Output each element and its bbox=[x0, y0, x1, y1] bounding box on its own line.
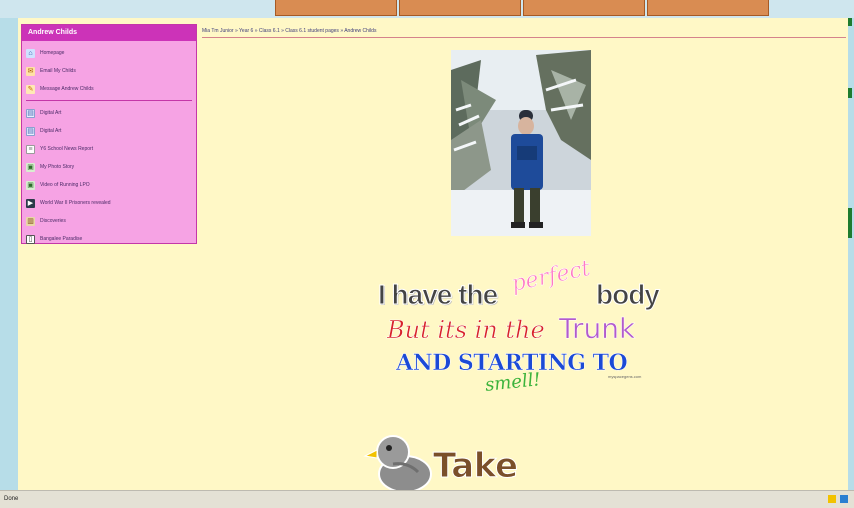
sidebar-item-message[interactable]: ✎ Message Andrew Childs bbox=[22, 83, 196, 95]
top-tab[interactable] bbox=[399, 0, 521, 16]
sidebar-item-paradise[interactable]: ▯ Bangalee Paradise bbox=[22, 233, 196, 245]
sidebar-item-video[interactable]: ▣ Video of Running LPO bbox=[22, 179, 196, 191]
sidebar-item-label: Digital Art bbox=[40, 128, 62, 134]
sidebar-item-discoveries[interactable]: ▥ Discoveries bbox=[22, 215, 196, 227]
take-revenge-text: Take Revenge bbox=[433, 446, 597, 491]
right-edge bbox=[848, 18, 854, 490]
sidebar-item-digital-art-1[interactable]: ▤ Digital Art bbox=[22, 107, 196, 119]
graphic-line2: But its in the bbox=[387, 316, 545, 345]
graphic-site: myspacegens.com bbox=[608, 374, 642, 379]
sidebar-item-label: Digital Art bbox=[40, 110, 62, 116]
sidebar-item-label: Bangalee Paradise bbox=[40, 236, 83, 242]
sidebar-title: Andrew Childs bbox=[22, 25, 196, 41]
graphic-line1: I have the bbox=[377, 279, 498, 311]
sidebar-item-label: World War II Prisoners revealed bbox=[40, 200, 111, 206]
graphic-body: body bbox=[596, 279, 661, 311]
document-icon: ▤ bbox=[26, 108, 35, 118]
graphic-trunk: Trunk bbox=[559, 312, 636, 346]
sidebar-item-news-report[interactable]: ≡ Y6 School News Report bbox=[22, 143, 196, 155]
snow-photo-image bbox=[451, 50, 591, 236]
news-icon: ≡ bbox=[26, 144, 35, 154]
sidebar-item-digital-art-2[interactable]: ▤ Digital Art bbox=[22, 125, 196, 137]
top-tab[interactable] bbox=[647, 0, 769, 16]
sidebar-item-label: Message Andrew Childs bbox=[40, 86, 94, 92]
lock-icon[interactable] bbox=[828, 495, 836, 503]
pigeon-icon bbox=[363, 435, 432, 490]
sidebar-item-label: Discoveries bbox=[40, 218, 66, 224]
sidebar-item-label: Email My Childs bbox=[40, 68, 76, 74]
text-graphic-take-revenge: Take Revenge bbox=[363, 426, 683, 490]
status-icons bbox=[828, 495, 848, 503]
zone-icon[interactable] bbox=[840, 495, 848, 503]
sidebar-item-email[interactable]: ✉ Email My Childs bbox=[22, 65, 196, 77]
top-tab[interactable] bbox=[523, 0, 645, 16]
document-icon: ▤ bbox=[26, 126, 35, 136]
top-tab-bar bbox=[275, 0, 771, 16]
breadcrumb[interactable]: Mia Tm Junior » Year 6 » Class 6.1 » Cla… bbox=[202, 28, 376, 34]
status-bar: Done bbox=[0, 490, 854, 508]
sidebar-item-homepage[interactable]: ⌂ Homepage bbox=[22, 47, 196, 59]
sidebar-menu: Andrew Childs ⌂ Homepage ✉ Email My Chil… bbox=[21, 24, 197, 244]
graphic-smell: smell! bbox=[484, 369, 542, 396]
page-content: Andrew Childs ⌂ Homepage ✉ Email My Chil… bbox=[18, 18, 848, 490]
sidebar-item-label: Video of Running LPO bbox=[40, 182, 90, 188]
graphic-perfect: perfect bbox=[509, 255, 593, 298]
breadcrumb-divider bbox=[202, 37, 846, 38]
browser-top-strip bbox=[0, 0, 854, 18]
mail-icon: ✉ bbox=[26, 66, 35, 76]
top-tab[interactable] bbox=[275, 0, 397, 16]
sidebar-item-label: Y6 School News Report bbox=[40, 146, 94, 152]
sidebar-divider bbox=[26, 100, 192, 101]
picture-icon: ▣ bbox=[26, 180, 35, 190]
message-icon: ✎ bbox=[26, 84, 35, 94]
file-icon: ▯ bbox=[26, 234, 35, 244]
text-graphic-perfect-body: I have the perfect body But its in the T… bbox=[373, 256, 673, 396]
sidebar-item-photo-story[interactable]: ▣ My Photo Story bbox=[22, 161, 196, 173]
home-icon: ⌂ bbox=[26, 48, 35, 58]
picture-icon: ▣ bbox=[26, 162, 35, 172]
film-icon: ▶ bbox=[26, 198, 35, 208]
book-icon: ▥ bbox=[26, 216, 35, 226]
status-text: Done bbox=[4, 496, 19, 502]
sidebar-item-ww2[interactable]: ▶ World War II Prisoners revealed bbox=[22, 197, 196, 209]
sidebar-item-label: My Photo Story bbox=[40, 164, 75, 170]
sidebar-item-label: Homepage bbox=[40, 50, 65, 56]
profile-photo bbox=[451, 50, 591, 236]
